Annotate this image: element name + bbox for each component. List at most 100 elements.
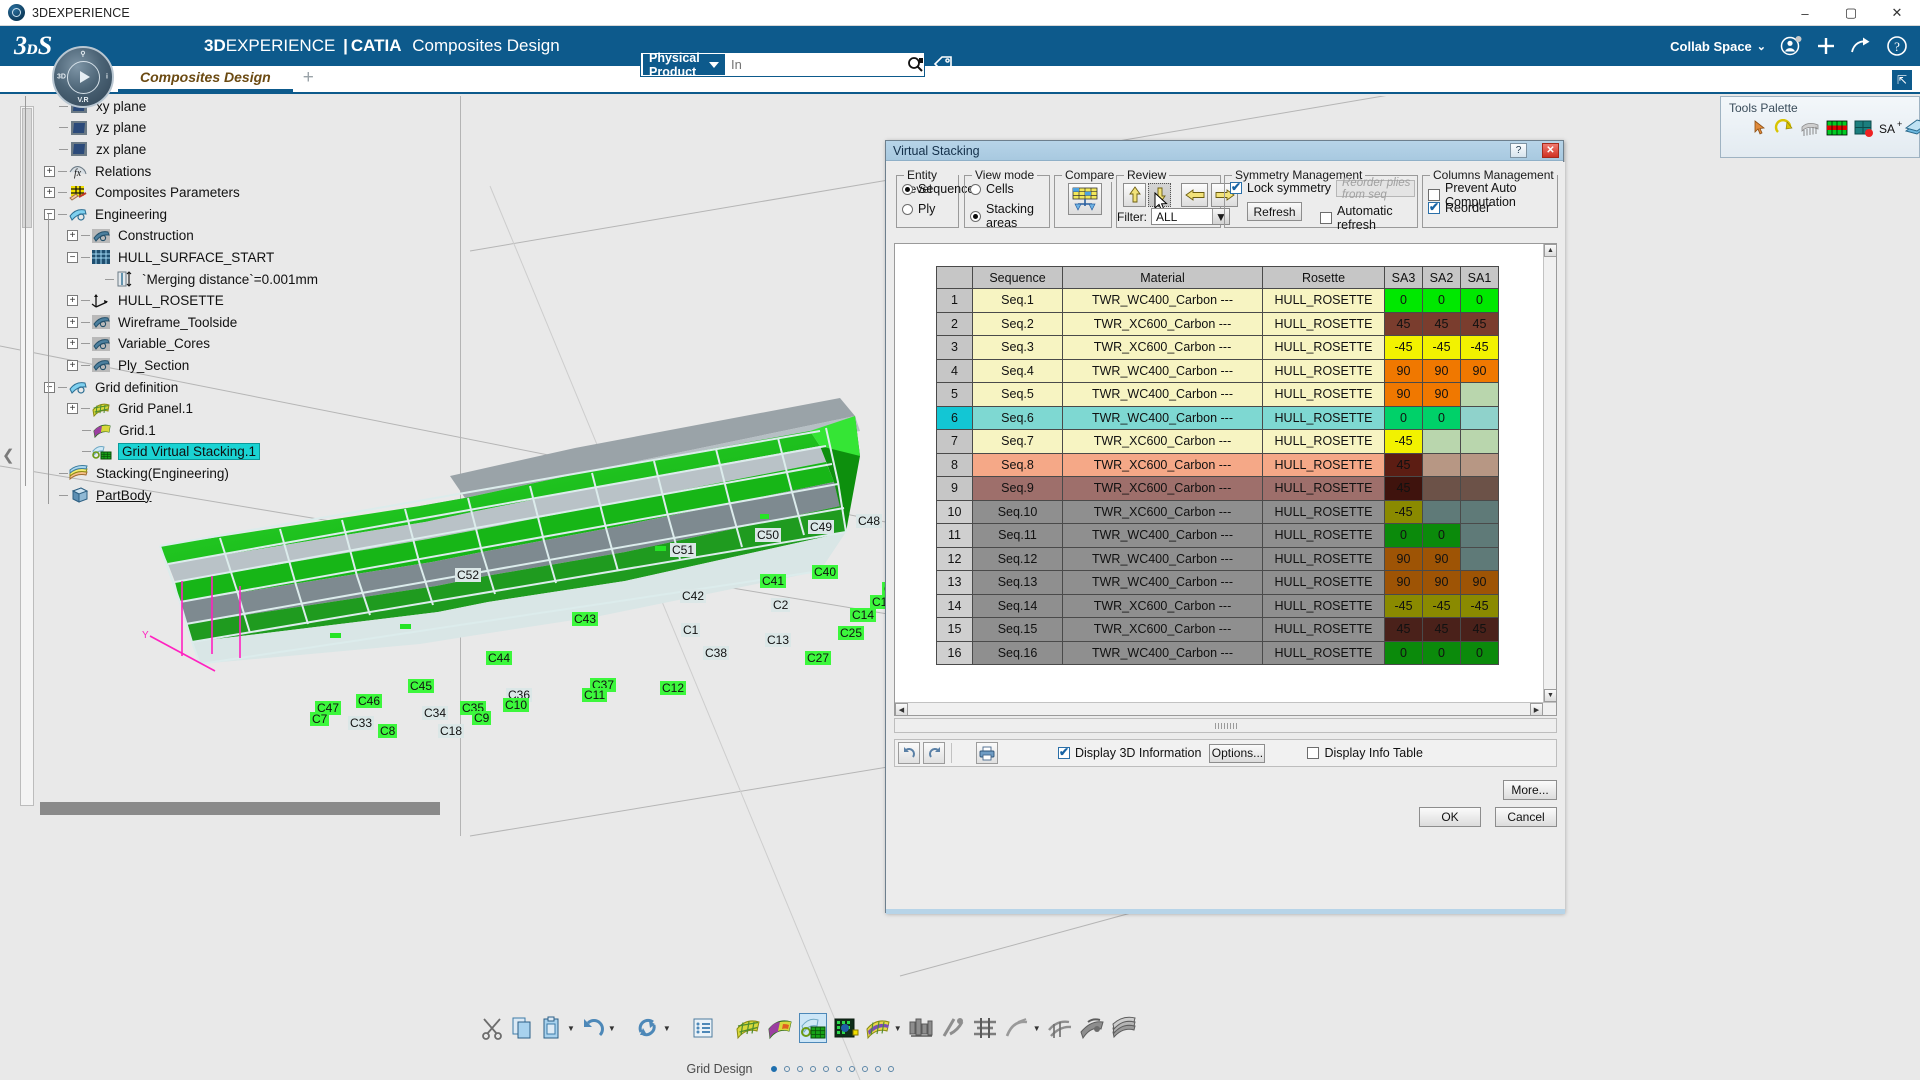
stacking-area-plus-icon[interactable] xyxy=(1854,119,1874,139)
add-icon[interactable] xyxy=(1816,36,1836,56)
table-cell[interactable]: HULL_ROSETTE xyxy=(1263,453,1385,477)
cell-label[interactable]: C1 xyxy=(681,623,700,637)
close-button[interactable]: ✕ xyxy=(1874,0,1920,26)
table-cell[interactable]: Seq.11 xyxy=(973,524,1063,548)
stacking-table-icon[interactable] xyxy=(1826,119,1848,139)
more-button[interactable]: More... xyxy=(1503,780,1557,800)
chevron-down-icon[interactable]: ▼ xyxy=(567,1024,575,1033)
table-cell[interactable]: TWR_XC600_Carbon --- xyxy=(1063,430,1263,454)
table-row[interactable]: 10Seq.10TWR_XC600_Carbon ---HULL_ROSETTE… xyxy=(937,500,1499,524)
tree-item-hull-rosette[interactable]: +HULL_ROSETTE xyxy=(67,290,224,312)
table-cell[interactable]: 45 xyxy=(1385,453,1423,477)
table-cell[interactable]: HULL_ROSETTE xyxy=(1263,289,1385,313)
table-row[interactable]: 7Seq.7TWR_XC600_Carbon ---HULL_ROSETTE-4… xyxy=(937,430,1499,454)
table-column-header[interactable]: Rosette xyxy=(1263,267,1385,289)
grid-panel-icon[interactable] xyxy=(735,1013,761,1043)
table-cell[interactable]: Seq.3 xyxy=(973,336,1063,360)
table-cell[interactable] xyxy=(1423,453,1461,477)
tree-vertical-scrollbar[interactable] xyxy=(20,106,34,806)
tree-item-composites-parameters[interactable]: +Composites Parameters xyxy=(44,182,240,204)
expand-node-icon[interactable]: + xyxy=(67,230,78,241)
table-cell[interactable]: -45 xyxy=(1461,336,1499,360)
table-cell[interactable] xyxy=(1461,524,1499,548)
scroll-up-button[interactable]: ▲ xyxy=(1544,244,1557,257)
table-cell[interactable]: TWR_WC400_Carbon --- xyxy=(1063,406,1263,430)
checkbox-reorder[interactable]: Reorder xyxy=(1428,201,1490,215)
refresh-button[interactable]: Refresh xyxy=(1247,202,1302,221)
cell-label[interactable]: C45 xyxy=(408,679,434,693)
cut-icon[interactable] xyxy=(480,1013,504,1043)
table-cell[interactable]: TWR_WC400_Carbon --- xyxy=(1063,383,1263,407)
table-cell[interactable]: Seq.5 xyxy=(973,383,1063,407)
review-up-icon[interactable] xyxy=(1123,183,1146,207)
table-column-header[interactable]: SA3 xyxy=(1385,267,1423,289)
tree-item-engineering[interactable]: −Engineering xyxy=(44,204,167,226)
table-cell[interactable]: TWR_WC400_Carbon --- xyxy=(1063,641,1263,665)
virtual-stacking-icon[interactable] xyxy=(799,1013,827,1043)
user-account-icon[interactable] xyxy=(1780,35,1802,57)
table-cell[interactable]: 7 xyxy=(937,430,973,454)
grid-icon[interactable] xyxy=(767,1013,793,1043)
table-cell[interactable]: -45 xyxy=(1385,594,1423,618)
table-cell[interactable]: 45 xyxy=(1423,618,1461,642)
table-cell[interactable]: 45 xyxy=(1385,618,1423,642)
table-cell[interactable]: 0 xyxy=(1423,289,1461,313)
tree-item-construction[interactable]: +Construction xyxy=(67,225,194,247)
filter-combobox[interactable]: ALL ▼ xyxy=(1151,208,1230,225)
table-cell[interactable]: TWR_XC600_Carbon --- xyxy=(1063,453,1263,477)
table-cell[interactable]: -45 xyxy=(1423,594,1461,618)
cell-label[interactable]: C14 xyxy=(850,608,876,622)
expand-node-icon[interactable]: + xyxy=(67,338,78,349)
toolbar-page-dot[interactable] xyxy=(888,1066,894,1072)
toolbar-page-dot[interactable] xyxy=(875,1066,881,1072)
table-cell[interactable]: Seq.9 xyxy=(973,477,1063,501)
expand-node-icon[interactable]: + xyxy=(67,317,78,328)
table-cell[interactable]: -45 xyxy=(1385,336,1423,360)
cell-label[interactable]: C34 xyxy=(422,706,448,720)
expand-panel-icon[interactable]: ⇱ xyxy=(1892,70,1912,90)
tree-item-yz-plane[interactable]: yz plane xyxy=(44,117,146,139)
table-row[interactable]: 1Seq.1TWR_WC400_Carbon ---HULL_ROSETTE00… xyxy=(937,289,1499,313)
cell-label[interactable]: C11 xyxy=(582,688,607,702)
collapse-tree-arrow-icon[interactable]: ❮ xyxy=(2,446,15,464)
cell-label[interactable]: C42 xyxy=(680,589,706,603)
cell-label[interactable]: C27 xyxy=(805,651,831,665)
cell-label[interactable]: C44 xyxy=(486,651,512,665)
table-cell[interactable]: 90 xyxy=(1385,571,1423,595)
table-cell[interactable]: Seq.7 xyxy=(973,430,1063,454)
table-cell[interactable]: 16 xyxy=(937,641,973,665)
table-cell[interactable]: TWR_WC400_Carbon --- xyxy=(1063,359,1263,383)
expand-node-icon[interactable]: + xyxy=(67,403,78,414)
options-button[interactable]: Options... xyxy=(1209,744,1265,763)
table-horizontal-scrollbar[interactable]: ◀ ▶ xyxy=(895,702,1556,715)
table-cell[interactable]: HULL_ROSETTE xyxy=(1263,312,1385,336)
print-icon[interactable] xyxy=(976,742,998,764)
toolbar-page-dot[interactable] xyxy=(862,1066,868,1072)
search-scope-selector[interactable]: Physical Product xyxy=(643,54,725,75)
cell-label[interactable]: C8 xyxy=(378,724,397,738)
table-cell[interactable]: 0 xyxy=(1385,406,1423,430)
table-cell[interactable]: -45 xyxy=(1385,500,1423,524)
share-icon[interactable] xyxy=(1850,36,1872,56)
table-cell[interactable]: 3 xyxy=(937,336,973,360)
table-cell[interactable]: 90 xyxy=(1423,383,1461,407)
tools-palette[interactable]: Tools Palette SA + xyxy=(1720,96,1920,158)
table-vertical-scrollbar[interactable]: ▲ ▼ xyxy=(1543,244,1556,715)
table-cell[interactable]: 15 xyxy=(937,618,973,642)
table-cell[interactable]: 12 xyxy=(937,547,973,571)
table-cell[interactable]: 4 xyxy=(937,359,973,383)
table-body[interactable]: 1Seq.1TWR_WC400_Carbon ---HULL_ROSETTE00… xyxy=(937,289,1499,665)
dialog-titlebar[interactable]: Virtual Stacking ? ✕ xyxy=(886,141,1563,161)
cell-label[interactable]: C49 xyxy=(808,520,834,534)
maximize-button[interactable]: ▢ xyxy=(1828,0,1874,26)
table-column-header[interactable] xyxy=(937,267,973,289)
cell-label[interactable]: C10 xyxy=(503,698,529,712)
scroll-right-button[interactable]: ▶ xyxy=(1530,703,1543,716)
undo-icon[interactable] xyxy=(581,1013,605,1043)
tree-item-variable-cores[interactable]: +Variable_Cores xyxy=(67,333,210,355)
radio-cells[interactable]: Cells xyxy=(970,182,1014,196)
table-row[interactable]: 14Seq.14TWR_XC600_Carbon ---HULL_ROSETTE… xyxy=(937,594,1499,618)
table-cell[interactable]: Seq.2 xyxy=(973,312,1063,336)
cell-label[interactable]: C33 xyxy=(348,716,374,730)
table-cell[interactable]: 13 xyxy=(937,571,973,595)
